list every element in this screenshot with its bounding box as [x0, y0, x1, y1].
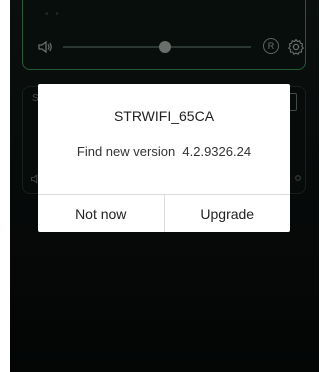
dialog-message: Find new version 4.2.9326.24	[76, 144, 252, 159]
not-now-button[interactable]: Not now	[38, 195, 164, 232]
upgrade-button[interactable]: Upgrade	[163, 195, 291, 232]
dialog-title: STRWIFI_65CA	[113, 108, 215, 124]
upgrade-dialog: STRWIFI_65CA Find new version 4.2.9326.2…	[38, 84, 290, 232]
dialog-button-bar: Not now Upgrade	[38, 194, 290, 232]
